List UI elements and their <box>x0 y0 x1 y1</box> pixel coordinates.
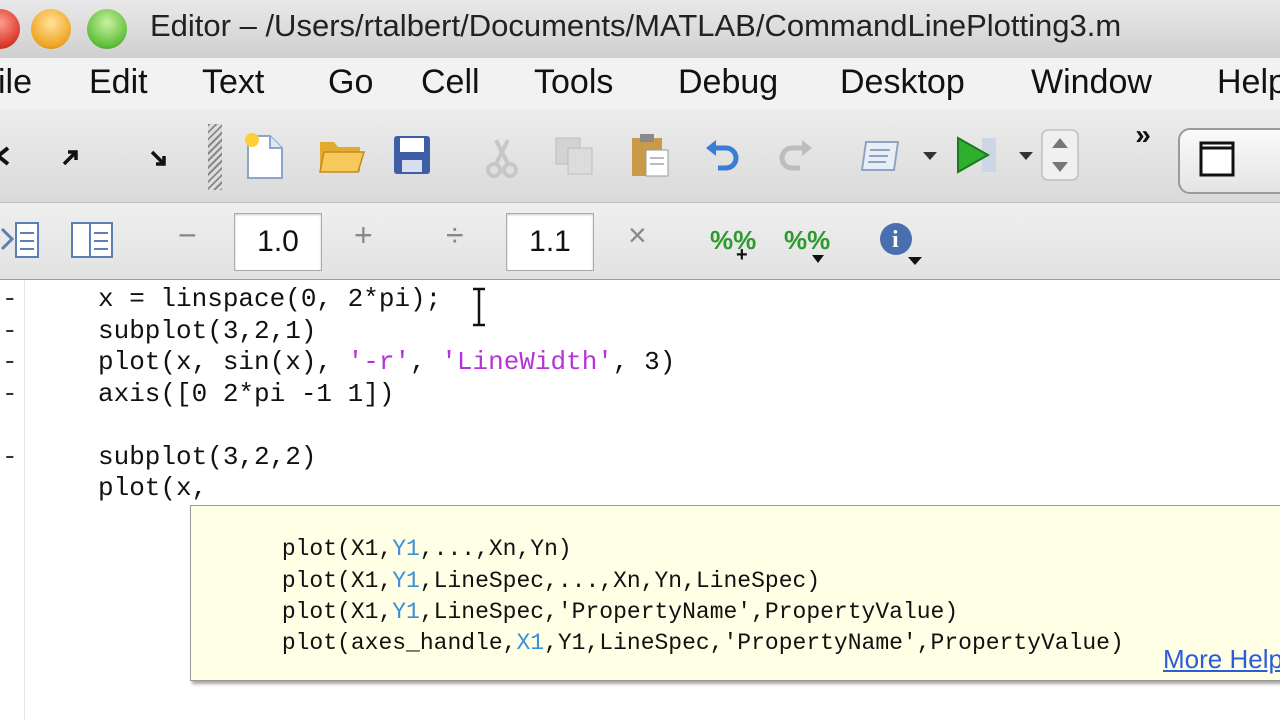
code-text: subplot(3,2,1) <box>98 315 317 346</box>
copy-icon <box>552 134 596 178</box>
undo-icon[interactable] <box>702 134 742 174</box>
open-folder-icon[interactable] <box>316 132 366 178</box>
line-marker: - <box>2 441 18 472</box>
svg-text:%%: %% <box>784 225 830 255</box>
code-line[interactable]: subplot(3,2,1) <box>98 316 316 346</box>
cut-icon <box>482 134 522 180</box>
code-text: plot(x, <box>98 473 208 503</box>
code-line[interactable]: plot(x, sin(x), '-r', 'LineWidth', 3) <box>98 347 675 377</box>
menu-go[interactable]: Go <box>328 63 373 102</box>
line-marker: - <box>2 347 18 377</box>
menu-edit[interactable]: Edit <box>89 63 148 102</box>
redo-icon <box>776 134 816 174</box>
toolbar-grip[interactable] <box>208 124 222 190</box>
evaluate-cell-icon[interactable] <box>70 219 116 261</box>
code-editor[interactable]: ----- x = linspace(0, 2*pi); subplot(3,2,… <box>0 280 1280 720</box>
menu-text[interactable]: Text <box>202 63 264 102</box>
toolbar-overflow-icon[interactable]: » <box>1128 119 1158 150</box>
paste-icon[interactable] <box>626 130 672 180</box>
comment-icon[interactable] <box>858 136 908 176</box>
decrement-value-field[interactable]: 1.0 <box>234 213 322 271</box>
increment-button[interactable]: + <box>354 217 373 254</box>
menu-debug[interactable]: Debug <box>678 63 778 102</box>
svg-text:+: + <box>736 244 748 265</box>
window-title: Editor – /Users/rtalbert/Documents/MATLA… <box>150 8 1122 43</box>
svg-text:%%: %% <box>710 225 756 255</box>
function-hint-popup: plot(X1,Y1,...,Xn,Yn) plot(X1,Y1,LineSpe… <box>190 505 1280 681</box>
code-text: x = linspace(0, 2*pi); <box>98 284 442 314</box>
cell-options-icon[interactable]: %% <box>782 217 832 265</box>
menu-desktop[interactable]: Desktop <box>840 63 965 102</box>
code-text: , 3) <box>612 347 676 377</box>
menu-window[interactable]: Window <box>1031 63 1152 102</box>
new-file-icon[interactable] <box>240 130 288 182</box>
zoom-window-button[interactable] <box>87 9 127 49</box>
code-text: plot(x, sin(x), <box>98 347 348 377</box>
chevron-down-icon[interactable] <box>920 148 940 164</box>
close-window-button[interactable] <box>0 9 20 49</box>
editor-gutter: ----- <box>0 280 25 720</box>
code-line[interactable]: subplot(3,2,2) <box>98 442 316 472</box>
text-cursor-icon <box>470 286 488 328</box>
layout-button[interactable] <box>1178 128 1280 194</box>
more-help-link[interactable]: More Help... <box>1163 644 1280 675</box>
title-bar: Editor – /Users/rtalbert/Documents/MATLA… <box>0 0 1280 59</box>
divide-value-field[interactable]: 1.1 <box>506 213 594 271</box>
arrow-left-icon[interactable] <box>0 138 14 174</box>
chevron-down-icon[interactable] <box>1016 148 1036 164</box>
insert-cell-divider-icon[interactable]: %% + <box>708 217 758 265</box>
minimize-window-button[interactable] <box>31 9 71 49</box>
arrow-se-icon[interactable] <box>146 146 172 172</box>
menu-file[interactable]: ile <box>0 63 32 102</box>
string-literal: '-r' <box>347 347 411 377</box>
stepper-icon[interactable] <box>1040 128 1080 182</box>
menu-tools[interactable]: Tools <box>534 63 613 102</box>
string-literal: 'LineWidth' <box>441 347 613 377</box>
code-text: subplot(3,2,2) <box>98 441 317 472</box>
menu-bar: ile Edit Text Go Cell Tools Debug Deskto… <box>0 58 1280 110</box>
line-marker: - <box>2 284 18 314</box>
line-marker: - <box>2 315 18 346</box>
arrow-ne-icon[interactable] <box>58 144 84 170</box>
multiply-button[interactable]: × <box>628 217 647 254</box>
main-toolbar: » <box>0 110 1280 203</box>
info-icon[interactable]: i <box>876 219 928 265</box>
menu-cell[interactable]: Cell <box>421 63 480 102</box>
cell-toolbar: − 1.0 + ÷ 1.1 × %% + %% i <box>0 203 1280 280</box>
decrement-button[interactable]: − <box>178 217 197 254</box>
signature-line[interactable]: plot(axes_handle,X1,Y1,LineSpec,'Propert… <box>199 604 1124 680</box>
code-line[interactable]: axis([0 2*pi -1 1]) <box>98 379 394 409</box>
code-text: axis([0 2*pi -1 1]) <box>98 378 395 409</box>
divide-button[interactable]: ÷ <box>446 217 464 254</box>
code-text: , <box>410 347 442 377</box>
insert-cell-icon[interactable] <box>0 219 42 261</box>
code-line[interactable]: plot(x, <box>98 473 207 503</box>
svg-text:i: i <box>892 227 899 253</box>
menu-help[interactable]: Help <box>1217 63 1280 102</box>
code-line[interactable]: x = linspace(0, 2*pi); <box>98 284 441 314</box>
line-marker: - <box>2 378 18 409</box>
save-icon[interactable] <box>390 132 434 178</box>
run-icon[interactable] <box>952 132 1002 178</box>
